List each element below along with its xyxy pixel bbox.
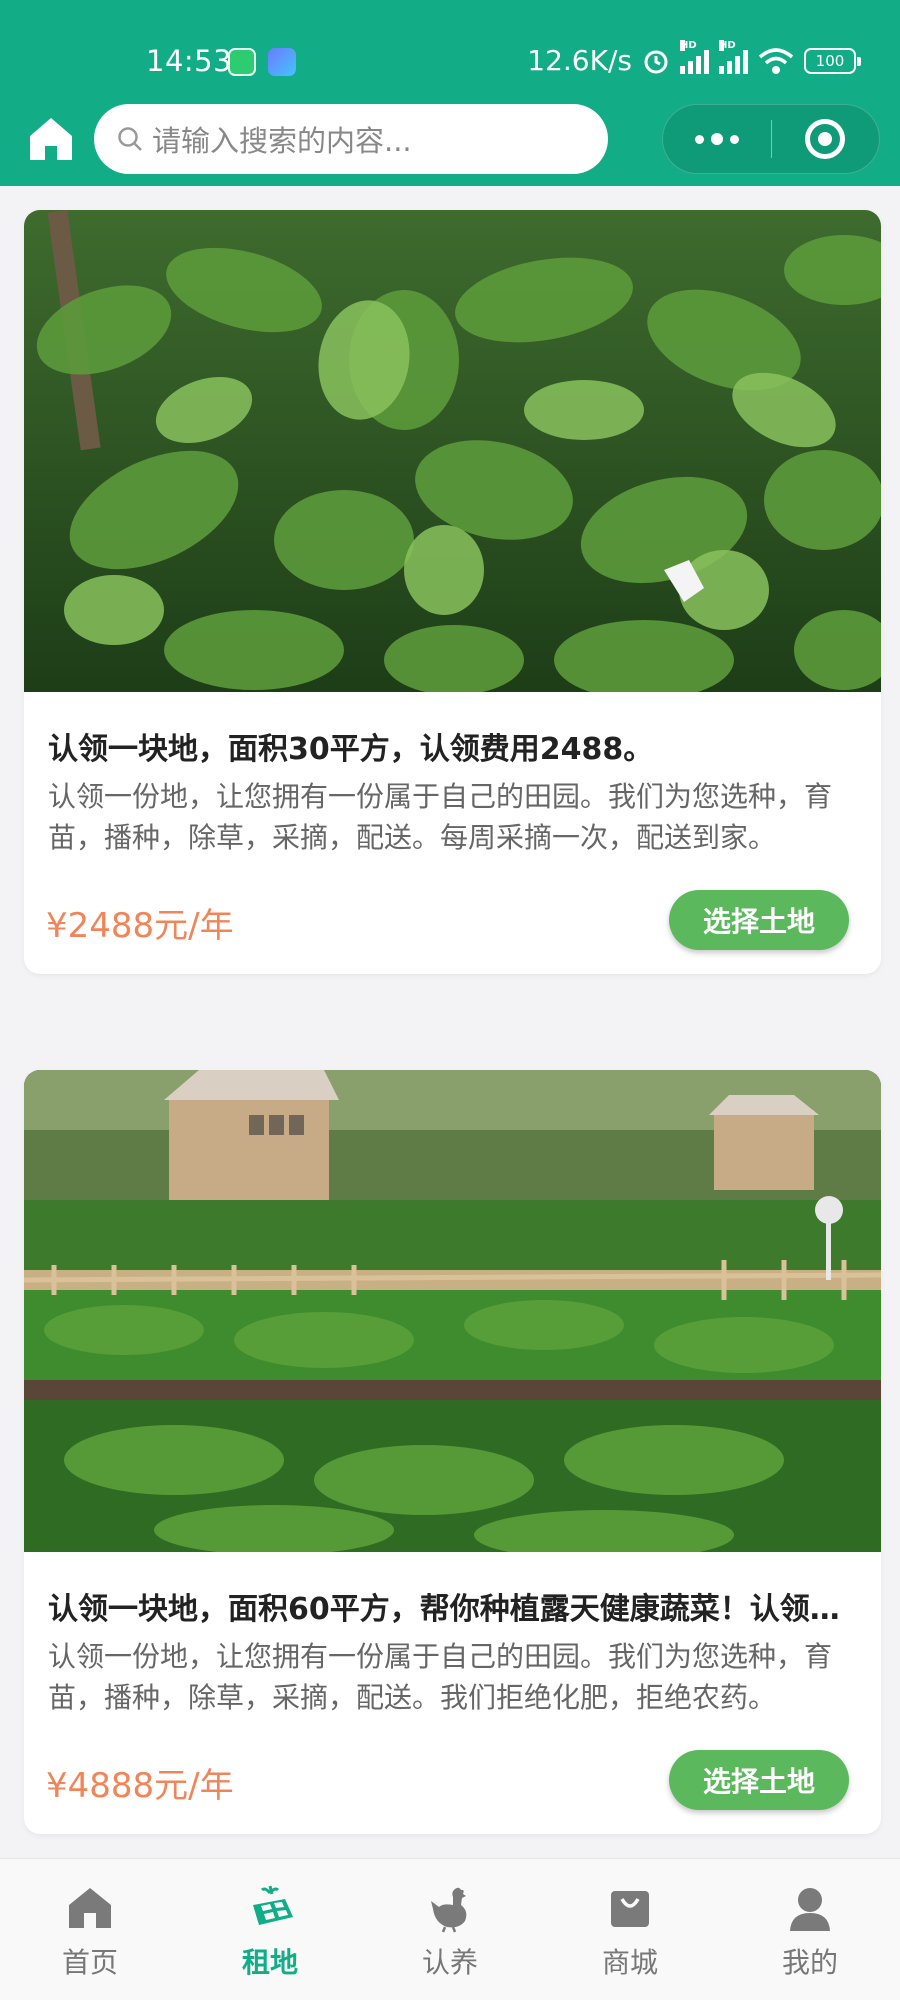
card-price: ¥4888元/年 (46, 1766, 234, 1806)
status-time: 14:53 (146, 44, 233, 78)
battery-icon: 100 (804, 47, 861, 74)
tab-profile[interactable]: 我的 (720, 1859, 900, 2000)
tab-mall[interactable]: 商城 (540, 1859, 720, 2000)
status-bar: 14:53 12.6K/s HD HD 100 (0, 38, 900, 88)
signal-icon-1: HD (680, 39, 709, 74)
alarm-icon (644, 50, 668, 73)
tab-label: 首页 (61, 1946, 118, 1979)
search-icon (118, 127, 142, 151)
tab-label: 认养 (421, 1946, 478, 1979)
target-icon (805, 119, 846, 159)
card-price: ¥2488元/年 (46, 906, 234, 946)
home-icon (30, 118, 72, 160)
user-icon (790, 1888, 830, 1931)
app-header: 14:53 12.6K/s HD HD 100 请输入搜索的内容... (0, 0, 900, 186)
status-indicators: 12.6K/s HD HD 100 (527, 39, 861, 77)
select-land-button[interactable]: 选择土地 (669, 890, 849, 950)
wifi-icon (758, 47, 794, 74)
more-options-button[interactable] (663, 104, 771, 174)
nav-row: 请输入搜索的内容... (0, 104, 900, 176)
tab-land[interactable]: 租地 (180, 1859, 360, 2000)
land-card[interactable]: 认领一块地，面积30平方，认领费用2488。 认领一份地，让您拥有一份属于自己的… (24, 210, 881, 974)
card-title: 认领一块地，面积60平方，帮你种植露天健康蔬菜！认领费用4888。 (48, 1592, 858, 1627)
tab-label: 我的 (781, 1946, 838, 1979)
home-button[interactable] (26, 114, 76, 164)
home-icon (69, 1888, 111, 1928)
miniprogram-capsule (662, 104, 880, 174)
signal-icon-2: HD (719, 39, 748, 74)
security-app-icon (228, 48, 256, 76)
card-description: 认领一份地，让您拥有一份属于自己的田园。我们为您选种，育苗，播种，除草，采摘，配… (48, 780, 833, 854)
search-placeholder: 请输入搜索的内容... (152, 124, 412, 158)
tab-adopt[interactable]: 认养 (360, 1859, 540, 2000)
status-notification-icons (228, 48, 296, 76)
select-land-button[interactable]: 选择土地 (669, 1750, 849, 1810)
network-speed: 12.6K/s (527, 44, 632, 77)
tab-label: 租地 (241, 1946, 298, 1979)
app-notification-icon (268, 48, 296, 76)
card-description: 认领一份地，让您拥有一份属于自己的田园。我们为您选种，育苗，播种，除草，采摘，配… (48, 1640, 833, 1714)
land-card[interactable]: 认领一块地，面积60平方，帮你种植露天健康蔬菜！认领费用4888。 认领一份地，… (24, 1070, 881, 1834)
land-photo-farm-plots (24, 1070, 881, 1552)
chicken-icon (431, 1887, 467, 1933)
bottom-tab-bar: 首页 租地 认养 商城 我的 (0, 1858, 900, 2000)
search-input[interactable]: 请输入搜索的内容... (94, 104, 608, 174)
tab-label: 商城 (601, 1946, 658, 1979)
shopping-bag-icon (611, 1891, 649, 1927)
close-miniprogram-button[interactable] (772, 104, 880, 174)
land-icon (253, 1885, 293, 1925)
card-title: 认领一块地，面积30平方，认领费用2488。 (48, 732, 654, 767)
tab-home[interactable]: 首页 (0, 1859, 180, 2000)
land-photo-vegetables (24, 210, 881, 692)
